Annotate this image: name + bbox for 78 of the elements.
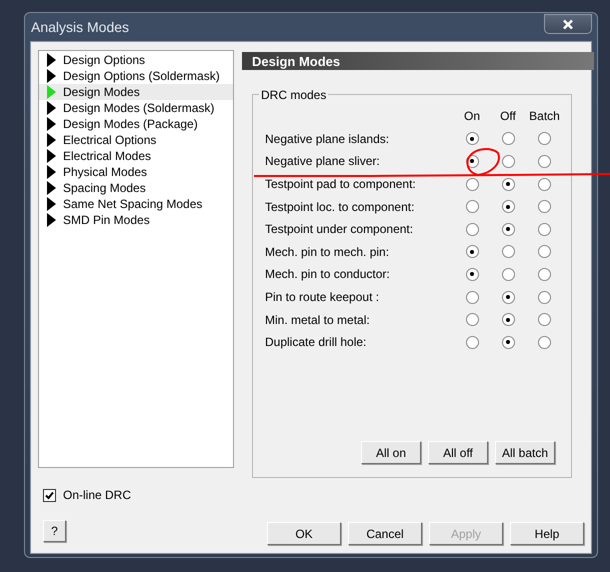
radio-button[interactable] [466, 222, 478, 236]
radio-button[interactable] [502, 178, 514, 191]
column-header: Off [499, 109, 517, 124]
radio-button[interactable] [538, 245, 551, 258]
dialog-button[interactable]: OK [267, 522, 341, 545]
option-label: Testpoint under component: [265, 222, 414, 236]
option-label: Min. metal to metal: [265, 312, 371, 327]
group-legend: DRC modes [259, 88, 328, 102]
action-button[interactable]: All on [361, 441, 421, 464]
triangle-icon [47, 197, 56, 211]
option-label: Pin to route keepout : [265, 290, 380, 304]
radio-button[interactable] [538, 290, 551, 304]
radio-button[interactable] [502, 336, 514, 349]
sidebar-item[interactable]: Design Options [39, 52, 233, 68]
radio-button[interactable] [502, 132, 514, 146]
sidebar-item[interactable]: Design Options (Soldermask) [39, 68, 233, 84]
panel-header: Design Modes [242, 52, 594, 70]
option-label: Duplicate drill hole: [265, 335, 368, 350]
sidebar-item[interactable]: Design Modes (Soldermask) [39, 100, 233, 116]
radio-button[interactable] [502, 313, 514, 326]
triangle-icon [47, 117, 56, 131]
checkbox-label: On-line DRC [63, 488, 132, 502]
triangle-icon [47, 133, 56, 147]
sidebar-item[interactable]: Physical Modes [39, 164, 233, 180]
triangle-icon [47, 181, 56, 195]
sidebar-item[interactable]: Electrical Options [39, 132, 233, 148]
window-title: Analysis Modes [30, 19, 130, 35]
radio-button[interactable] [502, 222, 514, 236]
triangle-icon [47, 101, 56, 115]
checkbox[interactable] [43, 488, 56, 502]
radio-button[interactable] [466, 132, 478, 146]
option-label: Testpoint pad to component: [265, 177, 417, 192]
radio-button[interactable] [538, 178, 551, 191]
radio-button[interactable] [502, 154, 514, 168]
option-label: Mech. pin to conductor: [265, 267, 391, 282]
sidebar-item[interactable]: Design Modes (Package) [39, 116, 233, 132]
radio-button[interactable] [502, 200, 514, 214]
dialog-button[interactable]: Help [510, 522, 584, 545]
radio-button[interactable] [466, 290, 478, 304]
triangle-icon [47, 149, 56, 163]
radio-button[interactable] [502, 245, 514, 258]
radio-button[interactable] [466, 313, 478, 326]
triangle-icon [47, 85, 56, 99]
option-label: Negative plane islands: [265, 132, 390, 146]
radio-button[interactable] [538, 268, 551, 281]
sidebar-item[interactable]: SMD Pin Modes [39, 212, 233, 228]
dialog-button[interactable]: Cancel [348, 522, 422, 545]
radio-button[interactable] [466, 178, 478, 191]
radio-button[interactable] [538, 336, 551, 349]
triangle-icon [47, 165, 56, 179]
radio-button[interactable] [538, 222, 551, 236]
sidebar-item[interactable]: Electrical Modes [39, 148, 233, 164]
radio-button[interactable] [538, 154, 551, 168]
radio-button[interactable] [466, 245, 478, 258]
radio-button[interactable] [538, 200, 551, 214]
sidebar-item[interactable]: Same Net Spacing Modes [39, 196, 233, 212]
radio-button[interactable] [502, 290, 514, 304]
column-header: Batch [528, 109, 561, 124]
close-icon [562, 18, 574, 30]
radio-button[interactable] [538, 313, 551, 326]
sidebar-item[interactable]: Spacing Modes [39, 180, 233, 196]
triangle-icon [47, 69, 56, 83]
column-header: On [462, 109, 481, 124]
radio-button[interactable] [466, 336, 478, 349]
radio-button[interactable] [502, 268, 514, 281]
triangle-icon [47, 53, 56, 67]
radio-button[interactable] [466, 268, 478, 281]
action-button[interactable]: All off [428, 441, 488, 464]
option-label: Negative plane sliver: [265, 154, 381, 168]
sidebar-item[interactable]: Design Modes [39, 84, 233, 100]
close-button[interactable] [544, 14, 592, 34]
triangle-icon [47, 213, 56, 227]
option-label: Testpoint loc. to component: [265, 200, 416, 214]
option-label: Mech. pin to mech. pin: [265, 244, 390, 259]
radio-button[interactable] [466, 200, 478, 214]
action-button[interactable]: All batch [495, 441, 555, 464]
radio-button[interactable] [538, 132, 551, 146]
question-button[interactable]: ? [43, 520, 66, 542]
